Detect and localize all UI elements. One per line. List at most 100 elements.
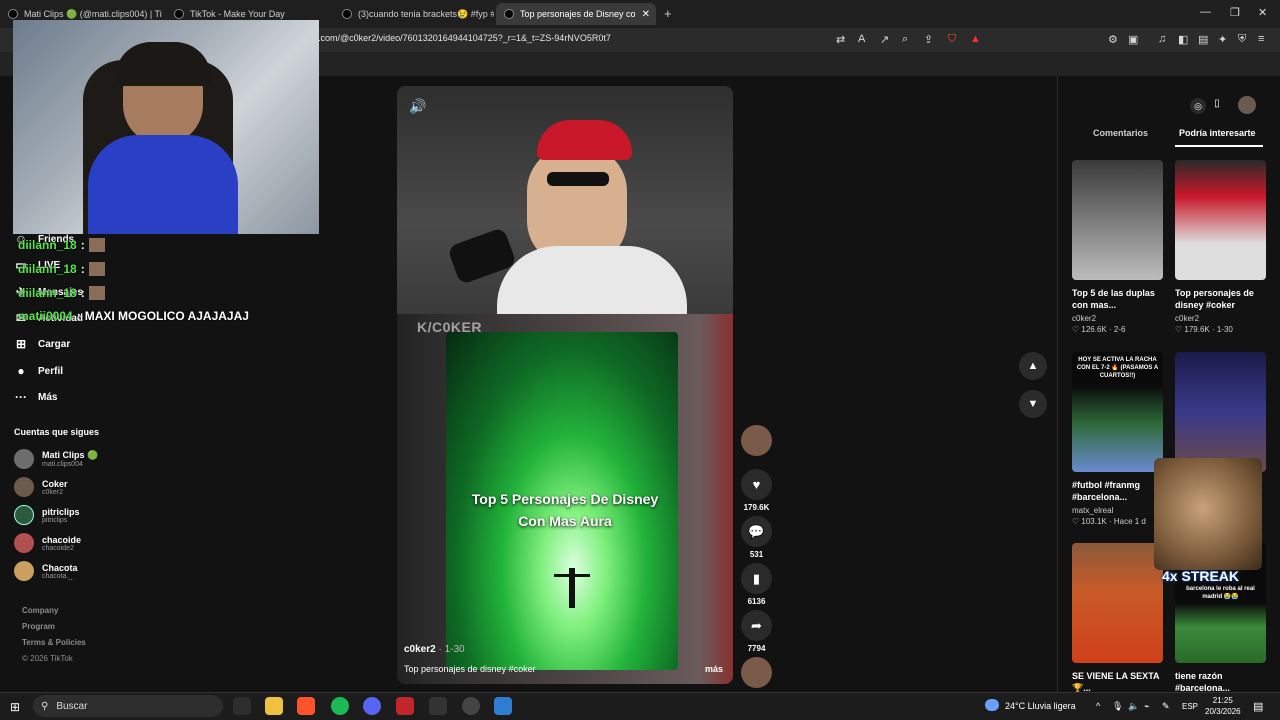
microphone-icon[interactable]: 🎙 [1112, 701, 1123, 712]
language-indicator[interactable]: ESP [1182, 702, 1198, 711]
leo-icon[interactable]: ✦ [1218, 33, 1227, 46]
device-icon[interactable]: ▯ [1210, 98, 1224, 114]
avatar [741, 657, 772, 688]
video-player[interactable]: K/C0KER Top 5 Personajes De Disney Con M… [397, 86, 733, 684]
windows-start-icon[interactable]: ⊞ [10, 700, 20, 714]
menu-icon[interactable]: ≡ [1258, 33, 1264, 45]
file-explorer-icon[interactable] [265, 697, 283, 715]
tab-comments[interactable]: Comentarios [1093, 128, 1148, 138]
weather-icon [985, 699, 999, 711]
heart-icon: ♥ [741, 469, 772, 500]
emote-icon [88, 238, 105, 252]
sidebar-item-upload[interactable]: ⊞ Cargar [14, 337, 70, 351]
copyright: © 2026 TikTok [22, 654, 73, 663]
tab-top-personajes[interactable]: Top personajes de Disney co ✕ [496, 3, 656, 25]
spotify-icon[interactable] [331, 697, 349, 715]
tab-search-icon[interactable]: ▣ [1128, 33, 1138, 46]
footer-company-link[interactable]: Company [22, 606, 58, 615]
sunglasses [547, 172, 609, 186]
tiktok-icon [342, 9, 352, 19]
video-thumbnail [1175, 352, 1266, 472]
recommended-video-card[interactable] [1175, 352, 1266, 472]
previous-video-button[interactable]: ▲ [1019, 352, 1047, 380]
share-icon[interactable]: ⇪ [924, 33, 933, 46]
footer-terms-link[interactable]: Terms & Policies [22, 638, 86, 647]
weather-widget[interactable]: 24°C Lluvia ligera [1005, 701, 1076, 711]
vpn-icon[interactable]: ⛨ [1238, 33, 1246, 46]
volume-tray-icon[interactable]: 🔈 [1128, 701, 1139, 712]
save-button[interactable]: ▮ 6136 [741, 563, 772, 606]
tiktok-icon [504, 9, 514, 19]
new-tab-button[interactable]: + [664, 6, 672, 21]
translate-icon[interactable]: ⇄ [836, 33, 845, 46]
close-tab-icon[interactable]: ✕ [642, 9, 650, 20]
maximize-button[interactable]: ❐ [1230, 6, 1240, 19]
like-button[interactable]: ♥ 179.6K [741, 469, 772, 512]
footer-program-link[interactable]: Program [22, 622, 55, 631]
active-tab-indicator [1175, 145, 1263, 147]
task-view-icon[interactable] [233, 697, 251, 715]
sidebar-item-profile[interactable]: ● Perfil [14, 364, 63, 378]
recommended-video-card[interactable]: SE VIENE LA SEXTA 🏆... [1072, 543, 1163, 694]
media-icon[interactable]: ♫ [1158, 33, 1166, 45]
next-video-button[interactable]: ▼ [1019, 390, 1047, 418]
clock[interactable]: 21:25 20/3/2026 [1205, 695, 1241, 717]
minimize-button[interactable]: — [1200, 6, 1211, 18]
close-window-button[interactable]: ✕ [1258, 6, 1267, 19]
chat-message: diilann_18: [18, 238, 105, 252]
chrome-icon[interactable] [462, 697, 480, 715]
brave-shield-icon[interactable]: ⛉ [948, 33, 956, 46]
streak-alert-image [1154, 458, 1262, 570]
taskbar-search-input[interactable]: ⚲ Buscar [33, 695, 223, 717]
show-hidden-icons[interactable]: ^ [1096, 701, 1100, 711]
discord-icon[interactable] [363, 697, 381, 715]
compass-icon[interactable]: ◎ [1190, 98, 1206, 114]
tiktok-icon [174, 9, 184, 19]
more-icon: ··· [15, 390, 27, 404]
recommended-video-card[interactable]: Top personajes de disney #coker c0ker2 ♡… [1175, 160, 1266, 334]
avatar [14, 533, 34, 553]
app-icon[interactable] [494, 697, 512, 715]
search-icon: ⚲ [41, 700, 49, 712]
network-icon[interactable]: ⌁ [1144, 701, 1149, 712]
tab-brackets[interactable]: (3)cuando tenia brackets😢 #fyp #im [334, 3, 494, 25]
avatar [14, 561, 34, 581]
avatar [14, 449, 34, 469]
profile-icon: ● [17, 364, 25, 378]
sidebar-item-more[interactable]: ··· Más [14, 390, 57, 404]
white-shirt [497, 246, 687, 316]
red-cap [537, 120, 632, 160]
creator-avatar-button[interactable] [741, 425, 772, 456]
chat-message: matii0004: MAXI MOGOLICO AJAJAJAJ [18, 309, 249, 323]
video-author[interactable]: c0ker2 · 1-30 [404, 644, 465, 655]
sound-avatar[interactable] [741, 657, 772, 688]
voice-app-icon[interactable] [396, 697, 414, 715]
following-account[interactable]: Mati Clips 🟢 mati.clips004 [14, 449, 98, 469]
sidebar-icon[interactable]: ◧ [1178, 33, 1188, 46]
recommended-video-card[interactable]: Top 5 de las duplas con mas... c0ker2 ♡ … [1072, 160, 1163, 334]
open-external-icon[interactable]: ↗ [880, 33, 889, 46]
zoom-icon[interactable]: ⌕ [902, 33, 908, 46]
wallet-icon[interactable]: ▤ [1198, 33, 1208, 46]
more-link[interactable]: más [705, 664, 723, 674]
recommended-video-card[interactable]: HOY SE ACTIVA LA RACHA CON EL 7-2 🔥 (PAS… [1072, 352, 1163, 526]
comment-button[interactable]: 💬 531 [741, 516, 772, 559]
share-button[interactable]: ➦ 7794 [741, 610, 772, 653]
pen-icon[interactable]: ✎ [1162, 701, 1170, 712]
extensions-icon[interactable]: ⚙ [1108, 33, 1118, 46]
notifications-icon[interactable]: ▤ [1253, 700, 1263, 713]
volume-icon[interactable]: 🔊 [409, 98, 426, 115]
following-title: Cuentas que sigues [14, 427, 100, 437]
following-account[interactable]: Coker c0ker2 [14, 477, 68, 497]
following-account[interactable]: Chacota chacota._ [14, 561, 78, 581]
tab-recommended[interactable]: Podría interesarte [1179, 128, 1256, 138]
rewards-icon[interactable]: ▲ [970, 33, 981, 45]
video-thumbnail: HOY SE ACTIVA LA RACHA CON EL 7-2 🔥 (PAS… [1072, 352, 1163, 472]
url-input[interactable]: .com/@c0ker2/video/7601320164944104725?_… [318, 33, 611, 43]
following-account[interactable]: pitriclips pitriclips [14, 505, 80, 525]
following-account[interactable]: chacoide chacoide2 [14, 533, 81, 553]
brave-browser-icon[interactable] [297, 697, 315, 715]
language-icon[interactable]: A [858, 33, 865, 45]
obs-icon[interactable] [429, 697, 447, 715]
avatar[interactable] [1238, 96, 1256, 114]
